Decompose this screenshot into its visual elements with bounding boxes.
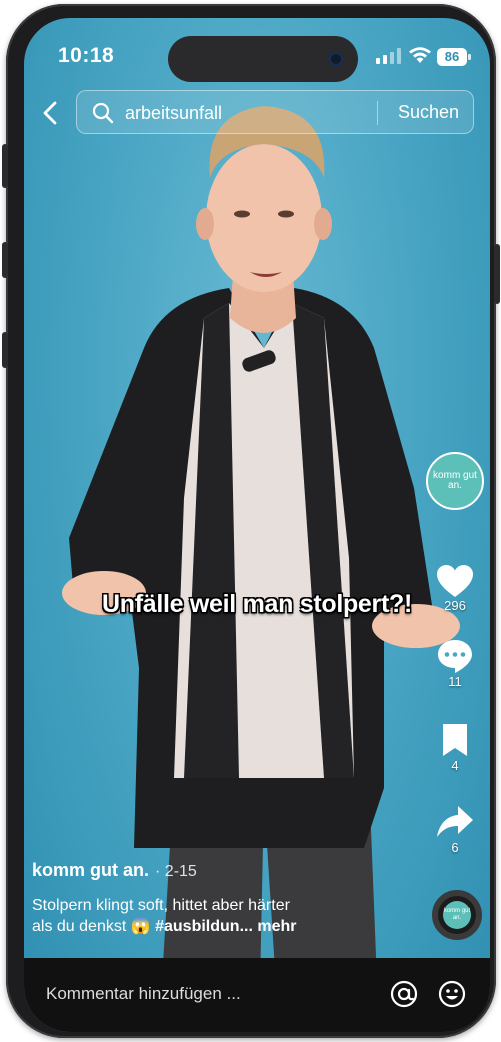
comment-count: 11 [448, 674, 462, 689]
heart-icon [437, 565, 473, 597]
video-description[interactable]: Stolpern klingt soft, hittet aber härter… [32, 895, 412, 937]
emoji-icon[interactable] [438, 980, 466, 1008]
battery-indicator: 86 [437, 48, 471, 66]
search-button[interactable]: Suchen [398, 102, 459, 123]
video-meta: komm gut an. · 2-15 Stolpern klingt soft,… [32, 860, 412, 937]
sound-disc-logo: komm gut an. [443, 901, 471, 929]
back-arrow-icon[interactable] [36, 98, 66, 128]
comment-icon [438, 640, 472, 673]
post-date: · 2-15 [155, 863, 197, 880]
more-link[interactable]: mehr [257, 918, 296, 935]
power-button [494, 244, 500, 304]
description-line2: als du denkst [32, 918, 127, 935]
screen: 10:18 86 arbeitsunfall Suchen Unfälle we… [24, 18, 490, 1032]
search-input[interactable]: arbeitsunfall [125, 103, 222, 124]
share-count: 6 [451, 840, 459, 855]
share-icon [437, 806, 473, 837]
volume-down-button [2, 332, 8, 368]
search-box[interactable]: arbeitsunfall Suchen [76, 90, 474, 134]
action-button [2, 144, 8, 188]
at-icon[interactable] [390, 980, 418, 1008]
comment-input[interactable]: Kommentar hinzufügen ... [46, 984, 241, 1004]
dynamic-island [168, 36, 358, 82]
like-button[interactable]: 296 [420, 564, 490, 613]
volume-up-button [2, 242, 8, 278]
emoji-scream: 😱 [130, 918, 151, 935]
search-divider [377, 101, 378, 125]
hashtag-link[interactable]: #ausbildun... [155, 918, 253, 935]
comment-button[interactable]: 11 [420, 638, 490, 689]
author-name[interactable]: komm gut an. [32, 860, 149, 880]
share-button[interactable]: 6 [420, 804, 490, 855]
bookmark-icon [443, 724, 467, 756]
camera-icon [328, 51, 344, 67]
status-time: 10:18 [58, 44, 115, 67]
search-icon [92, 102, 114, 124]
phone-frame: 10:18 86 arbeitsunfall Suchen Unfälle we… [2, 4, 500, 1038]
avatar[interactable]: komm gut an. [426, 452, 484, 510]
like-count: 296 [444, 598, 466, 613]
sound-disc[interactable]: komm gut an. [432, 890, 482, 940]
signal-icon [376, 48, 401, 64]
description-line1: Stolpern klingt soft, hittet aber härter [32, 897, 290, 914]
status-bar: 10:18 86 [24, 18, 490, 82]
comment-bar: Kommentar hinzufügen ... [24, 958, 490, 1032]
bookmark-button[interactable]: 4 [420, 722, 490, 773]
wifi-icon [409, 47, 431, 63]
bookmark-count: 4 [451, 758, 459, 773]
